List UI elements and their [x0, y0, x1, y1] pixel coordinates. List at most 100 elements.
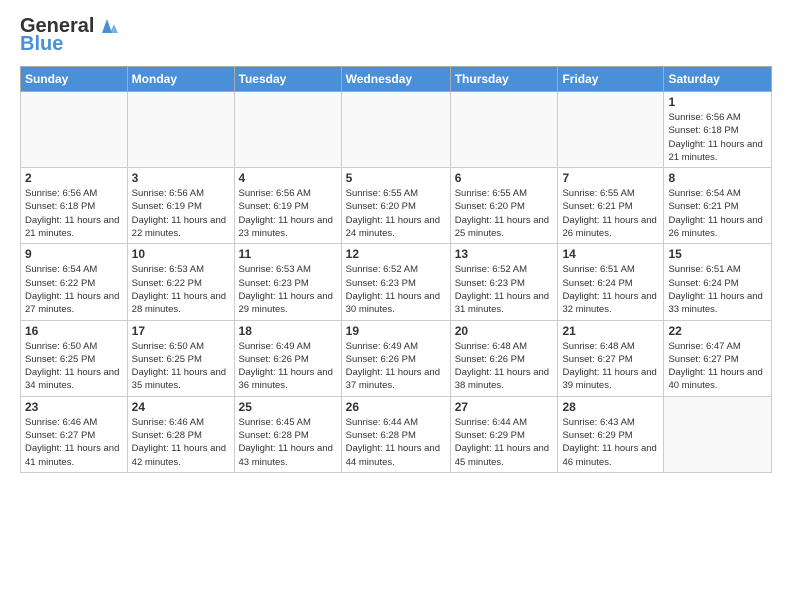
- calendar-cell: 27Sunrise: 6:44 AM Sunset: 6:29 PM Dayli…: [450, 396, 558, 472]
- day-number: 25: [239, 400, 337, 414]
- weekday-header-row: SundayMondayTuesdayWednesdayThursdayFrid…: [21, 67, 772, 92]
- calendar-cell: 28 Sunrise: 6:43 AM Sunset: 6:29 PM Dayli…: [558, 396, 664, 472]
- day-number: 1: [668, 95, 767, 109]
- logo-icon: [96, 15, 118, 37]
- calendar-cell: 15Sunrise: 6:51 AM Sunset: 6:24 PM Dayli…: [664, 244, 772, 320]
- day-number: 13: [455, 247, 554, 261]
- day-info: Sunrise: 6:56 AM Sunset: 6:19 PM Dayligh…: [239, 187, 337, 240]
- day-number: 9: [25, 247, 123, 261]
- calendar-cell: [234, 92, 341, 168]
- day-number: 14: [562, 247, 659, 261]
- calendar-cell: 16 Sunrise: 6:50 AM Sunset: 6:25 PM Dayli…: [21, 320, 128, 396]
- calendar-cell: 3 Sunrise: 6:56 AM Sunset: 6:19 PM Daylig…: [127, 168, 234, 244]
- day-number: 22: [668, 324, 767, 338]
- day-info: Sunrise: 6:55 AM Sunset: 6:20 PM Dayligh…: [455, 187, 554, 240]
- calendar-cell: 11 Sunrise: 6:53 AM Sunset: 6:23 PM Dayli…: [234, 244, 341, 320]
- day-number: 23: [25, 400, 123, 414]
- day-number: 7: [562, 171, 659, 185]
- calendar-cell: 4 Sunrise: 6:56 AM Sunset: 6:19 PM Daylig…: [234, 168, 341, 244]
- calendar-cell: 10 Sunrise: 6:53 AM Sunset: 6:22 PM Dayli…: [127, 244, 234, 320]
- weekday-thursday: Thursday: [450, 67, 558, 92]
- calendar-cell: 7 Sunrise: 6:55 AM Sunset: 6:21 PM Daylig…: [558, 168, 664, 244]
- day-info: Sunrise: 6:46 AM Sunset: 6:28 PM Dayligh…: [132, 416, 230, 469]
- calendar-cell: 24 Sunrise: 6:46 AM Sunset: 6:28 PM Dayli…: [127, 396, 234, 472]
- day-info: Sunrise: 6:54 AM Sunset: 6:21 PM Dayligh…: [668, 187, 767, 240]
- calendar-cell: 26 Sunrise: 6:44 AM Sunset: 6:28 PM Dayli…: [341, 396, 450, 472]
- calendar-cell: [341, 92, 450, 168]
- day-number: 21: [562, 324, 659, 338]
- day-info: Sunrise: 6:50 AM Sunset: 6:25 PM Dayligh…: [25, 340, 123, 393]
- calendar-cell: 9 Sunrise: 6:54 AM Sunset: 6:22 PM Daylig…: [21, 244, 128, 320]
- day-info: Sunrise: 6:45 AM Sunset: 6:28 PM Dayligh…: [239, 416, 337, 469]
- calendar-cell: [558, 92, 664, 168]
- day-number: 2: [25, 171, 123, 185]
- day-number: 16: [25, 324, 123, 338]
- calendar-cell: 12Sunrise: 6:52 AM Sunset: 6:23 PM Dayli…: [341, 244, 450, 320]
- logo: General Blue: [20, 15, 118, 56]
- day-number: 12: [346, 247, 446, 261]
- day-number: 28: [562, 400, 659, 414]
- calendar-cell: 8 Sunrise: 6:54 AM Sunset: 6:21 PM Daylig…: [664, 168, 772, 244]
- calendar-cell: 5 Sunrise: 6:55 AM Sunset: 6:20 PM Daylig…: [341, 168, 450, 244]
- week-row-1: 2 Sunrise: 6:56 AM Sunset: 6:18 PM Daylig…: [21, 168, 772, 244]
- page: General Blue SundayMondayTuesdayWednesda…: [0, 0, 792, 612]
- calendar-cell: [21, 92, 128, 168]
- day-number: 17: [132, 324, 230, 338]
- day-info: Sunrise: 6:56 AM Sunset: 6:18 PM Dayligh…: [25, 187, 123, 240]
- day-info: Sunrise: 6:44 AM Sunset: 6:28 PM Dayligh…: [346, 416, 446, 469]
- day-info: Sunrise: 6:43 AM Sunset: 6:29 PM Dayligh…: [562, 416, 659, 469]
- weekday-friday: Friday: [558, 67, 664, 92]
- calendar-cell: [664, 396, 772, 472]
- day-info: Sunrise: 6:48 AM Sunset: 6:27 PM Dayligh…: [562, 340, 659, 393]
- calendar-cell: 18Sunrise: 6:49 AM Sunset: 6:26 PM Dayli…: [234, 320, 341, 396]
- calendar-cell: [450, 92, 558, 168]
- weekday-monday: Monday: [127, 67, 234, 92]
- calendar-cell: [127, 92, 234, 168]
- day-info: Sunrise: 6:55 AM Sunset: 6:21 PM Dayligh…: [562, 187, 659, 240]
- calendar-cell: 2 Sunrise: 6:56 AM Sunset: 6:18 PM Daylig…: [21, 168, 128, 244]
- day-info: Sunrise: 6:51 AM Sunset: 6:24 PM Dayligh…: [562, 263, 659, 316]
- weekday-saturday: Saturday: [664, 67, 772, 92]
- calendar-table: SundayMondayTuesdayWednesdayThursdayFrid…: [20, 66, 772, 473]
- day-info: Sunrise: 6:48 AM Sunset: 6:26 PM Dayligh…: [455, 340, 554, 393]
- weekday-sunday: Sunday: [21, 67, 128, 92]
- day-number: 10: [132, 247, 230, 261]
- week-row-2: 9 Sunrise: 6:54 AM Sunset: 6:22 PM Daylig…: [21, 244, 772, 320]
- day-number: 24: [132, 400, 230, 414]
- day-info: Sunrise: 6:51 AM Sunset: 6:24 PM Dayligh…: [668, 263, 767, 316]
- day-number: 18: [239, 324, 337, 338]
- calendar-cell: 13 Sunrise: 6:52 AM Sunset: 6:23 PM Dayli…: [450, 244, 558, 320]
- calendar-cell: 14 Sunrise: 6:51 AM Sunset: 6:24 PM Dayli…: [558, 244, 664, 320]
- day-info: Sunrise: 6:53 AM Sunset: 6:22 PM Dayligh…: [132, 263, 230, 316]
- calendar-cell: 21 Sunrise: 6:48 AM Sunset: 6:27 PM Dayli…: [558, 320, 664, 396]
- header: General Blue: [20, 15, 772, 56]
- logo-blue: Blue: [20, 33, 63, 56]
- weekday-wednesday: Wednesday: [341, 67, 450, 92]
- day-number: 6: [455, 171, 554, 185]
- day-number: 8: [668, 171, 767, 185]
- calendar-cell: 17 Sunrise: 6:50 AM Sunset: 6:25 PM Dayli…: [127, 320, 234, 396]
- day-number: 5: [346, 171, 446, 185]
- calendar-cell: 23 Sunrise: 6:46 AM Sunset: 6:27 PM Dayli…: [21, 396, 128, 472]
- week-row-4: 23 Sunrise: 6:46 AM Sunset: 6:27 PM Dayli…: [21, 396, 772, 472]
- day-info: Sunrise: 6:50 AM Sunset: 6:25 PM Dayligh…: [132, 340, 230, 393]
- day-number: 20: [455, 324, 554, 338]
- day-info: Sunrise: 6:44 AM Sunset: 6:29 PM Dayligh…: [455, 416, 554, 469]
- day-info: Sunrise: 6:56 AM Sunset: 6:18 PM Dayligh…: [668, 111, 767, 164]
- day-info: Sunrise: 6:53 AM Sunset: 6:23 PM Dayligh…: [239, 263, 337, 316]
- day-number: 26: [346, 400, 446, 414]
- day-info: Sunrise: 6:56 AM Sunset: 6:19 PM Dayligh…: [132, 187, 230, 240]
- day-info: Sunrise: 6:47 AM Sunset: 6:27 PM Dayligh…: [668, 340, 767, 393]
- day-number: 11: [239, 247, 337, 261]
- calendar-cell: 6 Sunrise: 6:55 AM Sunset: 6:20 PM Daylig…: [450, 168, 558, 244]
- day-info: Sunrise: 6:55 AM Sunset: 6:20 PM Dayligh…: [346, 187, 446, 240]
- calendar-cell: 19Sunrise: 6:49 AM Sunset: 6:26 PM Dayli…: [341, 320, 450, 396]
- day-info: Sunrise: 6:46 AM Sunset: 6:27 PM Dayligh…: [25, 416, 123, 469]
- day-info: Sunrise: 6:52 AM Sunset: 6:23 PM Dayligh…: [455, 263, 554, 316]
- day-info: Sunrise: 6:54 AM Sunset: 6:22 PM Dayligh…: [25, 263, 123, 316]
- day-info: Sunrise: 6:49 AM Sunset: 6:26 PM Dayligh…: [346, 340, 446, 393]
- calendar-cell: 1 Sunrise: 6:56 AM Sunset: 6:18 PM Daylig…: [664, 92, 772, 168]
- week-row-3: 16 Sunrise: 6:50 AM Sunset: 6:25 PM Dayli…: [21, 320, 772, 396]
- day-number: 3: [132, 171, 230, 185]
- day-number: 4: [239, 171, 337, 185]
